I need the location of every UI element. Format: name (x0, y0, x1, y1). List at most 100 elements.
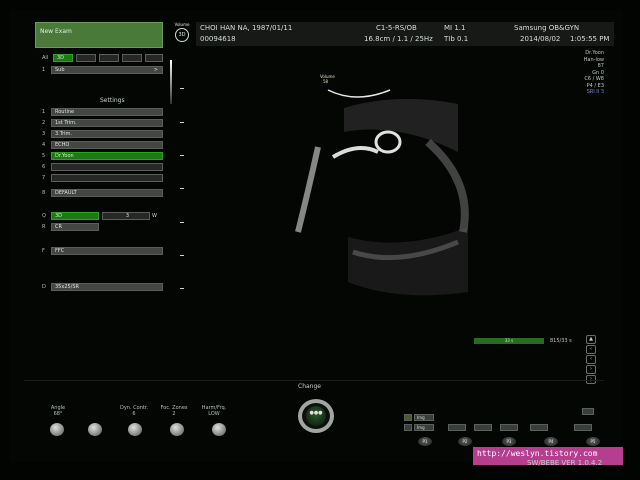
knob-value: 2 (172, 411, 176, 417)
harmonic-freq-label: Harm/Frq. LOW (194, 405, 234, 417)
cine-back-button[interactable]: ‹ (586, 355, 596, 364)
control-button[interactable] (500, 424, 518, 431)
preset-number: 1 (42, 109, 46, 115)
img-button-2[interactable]: Img (414, 424, 434, 431)
control-button[interactable] (574, 424, 592, 431)
new-exam-button[interactable]: New Exam (35, 22, 163, 48)
cine-counter: 815/33 s (550, 338, 572, 344)
preset-row: 1 Routine (40, 108, 164, 117)
preset-label: Routine (55, 109, 75, 115)
preset-number: 7 (42, 175, 46, 181)
preset-row: 7 (40, 174, 164, 183)
knob-value: 68° (53, 411, 63, 417)
preset-row: 6 (40, 163, 164, 172)
img-indicator (404, 414, 412, 421)
quality-row: Q 3D 3 W (40, 212, 164, 221)
cine-bar-label: 33 s (504, 338, 514, 343)
preset-row: 2 1st Trim. (40, 119, 164, 128)
volume-marker-value: 58 (323, 79, 329, 84)
tab-all-label: All (42, 55, 49, 61)
p4-button[interactable]: P4 (544, 437, 558, 446)
preset-label: ECHO (55, 142, 70, 148)
sub-dropdown[interactable]: Sub > (51, 66, 163, 74)
tab-3d-label: 3D (57, 55, 65, 61)
quality-extra: 3 (125, 213, 130, 219)
quality-letter: Q (42, 213, 46, 219)
sub-row: 1 Sub > (40, 66, 164, 75)
control-button[interactable] (448, 424, 466, 431)
exam-time: 1:05:55 PM (570, 35, 610, 43)
control-button[interactable] (474, 424, 492, 431)
preset-routine-button[interactable]: Routine (51, 108, 163, 116)
preset-empty-button[interactable] (51, 174, 163, 182)
dynamic-contrast-label: Dyn. Contr. 6 (114, 405, 154, 417)
p-label: P5 (590, 439, 596, 444)
display-button[interactable]: 35x25/SR (51, 283, 163, 291)
p5-button[interactable]: P5 (586, 437, 600, 446)
tab-blank-3[interactable] (122, 54, 142, 62)
patient-id: 00094618 (200, 35, 236, 43)
preset-echo-button[interactable]: ECHO (51, 141, 163, 149)
filter-label: FFC (55, 248, 65, 254)
render-letter: R (42, 224, 46, 230)
hospital-name: Samsung OB&GYN (514, 24, 580, 32)
render-mode-label: CR (55, 224, 62, 230)
exam-date: 2014/08/02 (520, 35, 561, 43)
patient-info-bar: CHOI HAN NA, 1987/01/11 00094618 C1-5-RS… (196, 22, 614, 46)
cine-up-button[interactable]: ▲ (586, 335, 596, 344)
cine-progress-bar[interactable]: 33 s (474, 338, 544, 344)
preset-label: DEFAULT (55, 190, 77, 196)
blank-knob[interactable] (88, 423, 102, 436)
p2-button[interactable]: P2 (458, 437, 472, 446)
control-button[interactable] (530, 424, 548, 431)
mechanical-index: MI 1.1 (444, 24, 466, 32)
img-label: Img (417, 425, 425, 430)
wheel-center-icon: ●●● (306, 406, 326, 426)
angle-knob[interactable] (50, 423, 64, 436)
p3-button[interactable]: P3 (502, 437, 516, 446)
preset-number: 8 (42, 190, 46, 196)
dynamic-contrast-knob[interactable] (128, 423, 142, 436)
p1-button[interactable]: P1 (418, 437, 432, 446)
knob-value: LOW (208, 411, 220, 417)
ultrasound-image[interactable]: Volume 58 (168, 52, 614, 332)
tab-blank-4[interactable] (145, 54, 163, 62)
probe-name: C1-5-RS/OB (376, 24, 417, 32)
preset-dr-yoon-button[interactable]: Dr.Yoon (51, 152, 163, 160)
patient-name: CHOI HAN NA, 1987/01/11 (200, 24, 293, 32)
filter-button[interactable]: FFC (51, 247, 163, 255)
preset-row: 8 DEFAULT (40, 189, 164, 198)
sub-dropdown-label: Sub (55, 67, 65, 73)
cine-back-button[interactable]: ‹ (586, 345, 596, 354)
render-row: R CR (40, 223, 164, 232)
cine-forward-button[interactable]: › (586, 365, 596, 374)
change-wheel[interactable]: ●●● (288, 397, 346, 437)
preset-default-button[interactable]: DEFAULT (51, 189, 163, 197)
quality-value-box[interactable]: 3 (102, 212, 150, 220)
filter-row: F FFC (40, 247, 164, 256)
chevron-right-icon: > (153, 67, 158, 73)
preset-row: 5 Dr.Yoon (40, 152, 164, 161)
control-button[interactable] (582, 408, 594, 415)
preset-label: Dr.Yoon (55, 153, 74, 159)
focal-zones-label: Foc. Zones 2 (154, 405, 194, 417)
preset-number: 6 (42, 164, 46, 170)
p-label: P3 (506, 439, 512, 444)
preset-row: 4 ECHO (40, 141, 164, 150)
thermal-index: TIb 0.1 (444, 35, 469, 43)
preset-1st-trim-button[interactable]: 1st Trim. (51, 119, 163, 127)
quality-button[interactable]: 3D (51, 212, 99, 220)
preset-empty-button[interactable] (51, 163, 163, 171)
harmonic-freq-knob[interactable] (212, 423, 226, 436)
filter-letter: F (42, 248, 45, 254)
tab-blank-1[interactable] (76, 54, 96, 62)
tab-3d[interactable]: 3D (53, 54, 73, 62)
img-button-1[interactable]: Img (414, 414, 434, 421)
render-mode-button[interactable]: CR (51, 223, 99, 231)
quality-label: 3D (55, 213, 63, 219)
p-label: P1 (422, 439, 428, 444)
preset-3-trim-button[interactable]: 3.Trim. (51, 130, 163, 138)
display-row: D 35x25/SR (40, 283, 164, 292)
focal-zones-knob[interactable] (170, 423, 184, 436)
tab-blank-2[interactable] (99, 54, 119, 62)
